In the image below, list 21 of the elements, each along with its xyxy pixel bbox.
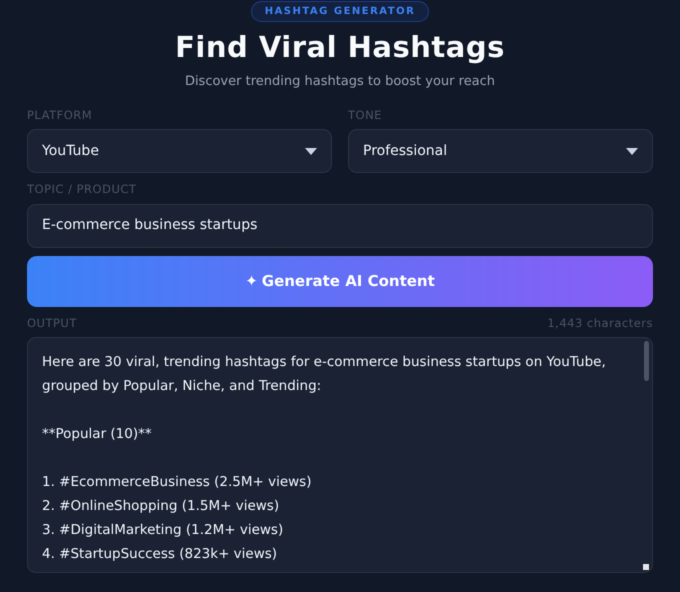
caret-icon bbox=[626, 148, 638, 155]
field-label: TONE bbox=[348, 107, 383, 124]
page-subtitle: Discover trending hashtags to boost your reach bbox=[184, 72, 496, 90]
dropdown-select[interactable]: Professional bbox=[348, 129, 653, 174]
output-text: Here are 30 viral, trending hashtags for e-commerce business startups on YouTube, grouped by Popular, Niche, and Trending: bbox=[42, 352, 607, 396]
field-label: PLATFORM bbox=[27, 107, 94, 124]
output-text: **Popular (10)** bbox=[42, 424, 153, 444]
scrollbar-thumb[interactable] bbox=[644, 340, 649, 381]
sparkle-icon: ✦ bbox=[245, 270, 258, 292]
resize-handle[interactable] bbox=[643, 564, 649, 570]
caret-icon bbox=[305, 148, 317, 155]
section-badge: HASHTAG GENERATOR bbox=[250, 1, 430, 22]
output-text-area[interactable] bbox=[27, 336, 653, 573]
field-label: TOPIC / PRODUCT bbox=[27, 181, 138, 198]
output-text: 1. #EcommerceBusiness (2.5M+ views) 2. #OnlineShopping (1.5M+ views) 3. #DigitalMarketing (1.2M+ views) 4. #StartupSuccess (823k+ views) bbox=[42, 472, 312, 564]
topic-input-field[interactable]: E-commerce business startups bbox=[27, 204, 653, 248]
generate-button[interactable]: ✦ Generate AI Content bbox=[27, 256, 653, 306]
field-label: OUTPUT bbox=[27, 314, 77, 332]
page-title: Find Viral Hashtags bbox=[174, 29, 506, 66]
dropdown-select[interactable]: YouTube bbox=[27, 129, 332, 174]
character-count: 1,443 characters bbox=[547, 314, 653, 332]
